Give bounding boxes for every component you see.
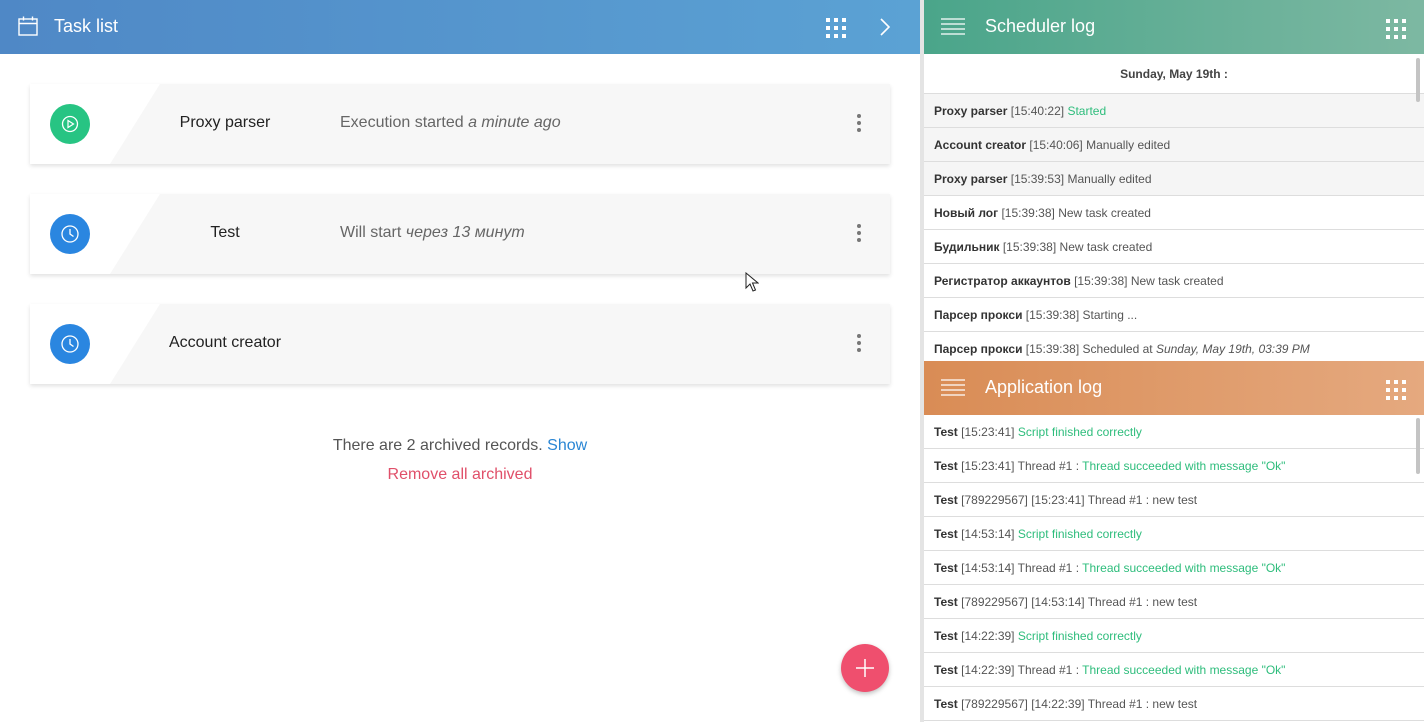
log-row: Test [15:23:41] Thread #1 : Thread succe… — [924, 449, 1424, 483]
task-list-header: Task list — [0, 0, 920, 54]
more-vert-icon[interactable] — [856, 334, 862, 356]
log-row: Test [789229567] [14:53:14] Thread #1 : … — [924, 585, 1424, 619]
scheduler-log-scrollbar[interactable] — [1416, 58, 1420, 102]
log-row: Test [14:53:14] Thread #1 : Thread succe… — [924, 551, 1424, 585]
apps-grid-icon[interactable] — [1386, 19, 1406, 39]
task-list-panel: Task list Proxy parser Execution started… — [0, 0, 920, 722]
mouse-cursor-icon — [745, 272, 759, 292]
log-panels: Scheduler log Sunday, May 19th : Proxy p… — [924, 0, 1424, 722]
archive-info: There are 2 archived records. Show — [332, 437, 588, 454]
apps-grid-icon[interactable] — [826, 18, 846, 38]
clock-icon[interactable] — [50, 324, 90, 364]
log-row: Будильник [15:39:38] New task created — [924, 230, 1424, 264]
play-icon[interactable] — [50, 104, 90, 144]
log-row: Test [789229567] [15:23:41] Thread #1 : … — [924, 483, 1424, 517]
calendar-icon[interactable] — [18, 16, 38, 36]
application-log-title: Application log — [985, 377, 1103, 397]
show-archived-link[interactable]: Show — [547, 437, 587, 454]
add-task-button[interactable] — [841, 644, 889, 692]
more-vert-icon[interactable] — [856, 114, 862, 136]
task-name: Test — [210, 224, 240, 241]
clock-icon[interactable] — [50, 214, 90, 254]
scheduler-log-header: Scheduler log — [924, 0, 1424, 54]
more-vert-icon[interactable] — [856, 224, 862, 246]
task-card[interactable]: Test Will start через 13 минут — [30, 194, 890, 274]
log-row: Account creator [15:40:06] Manually edit… — [924, 128, 1424, 162]
task-status: Will start через 13 минут — [340, 224, 525, 241]
chevron-right-icon[interactable] — [876, 17, 894, 37]
log-row: Test [15:23:41] Script finished correctl… — [924, 415, 1424, 449]
task-card[interactable]: Proxy parser Execution started a minute … — [30, 84, 890, 164]
log-row: Proxy parser [15:40:22] Started — [924, 94, 1424, 128]
menu-icon[interactable] — [941, 379, 965, 397]
application-log-scrollbar[interactable] — [1416, 418, 1420, 474]
log-row: Test [14:53:14] Script finished correctl… — [924, 517, 1424, 551]
log-row: Новый лог [15:39:38] New task created — [924, 196, 1424, 230]
task-list-title: Task list — [54, 16, 119, 36]
scheduler-log-title: Scheduler log — [985, 16, 1096, 36]
log-row: Test [14:22:39] Script finished correctl… — [924, 619, 1424, 653]
application-log-list[interactable]: Test [15:23:41] Script finished correctl… — [924, 415, 1424, 722]
log-row: Test [789229567] [14:22:39] Thread #1 : … — [924, 687, 1424, 721]
task-name: Proxy parser — [179, 114, 271, 131]
plus-icon — [856, 659, 874, 677]
scheduler-log-list[interactable]: Sunday, May 19th : Proxy parser [15:40:2… — [924, 54, 1424, 361]
task-card[interactable]: Account creator — [30, 304, 890, 384]
log-row: Парсер прокси [15:39:38] Scheduled at Su… — [924, 332, 1424, 361]
remove-archived-link[interactable]: Remove all archived — [0, 466, 920, 484]
task-status: Execution started a minute ago — [340, 114, 561, 131]
application-log-header: Application log — [924, 361, 1424, 415]
log-row: Proxy parser [15:39:53] Manually edited — [924, 162, 1424, 196]
log-row: Регистратор аккаунтов [15:39:38] New tas… — [924, 264, 1424, 298]
task-name: Account creator — [168, 334, 282, 351]
apps-grid-icon[interactable] — [1386, 380, 1406, 400]
log-row: Test [14:22:39] Thread #1 : Thread succe… — [924, 653, 1424, 687]
log-date-heading: Sunday, May 19th : — [924, 54, 1424, 94]
log-row: Парсер прокси [15:39:38] Starting ... — [924, 298, 1424, 332]
menu-icon[interactable] — [941, 18, 965, 36]
